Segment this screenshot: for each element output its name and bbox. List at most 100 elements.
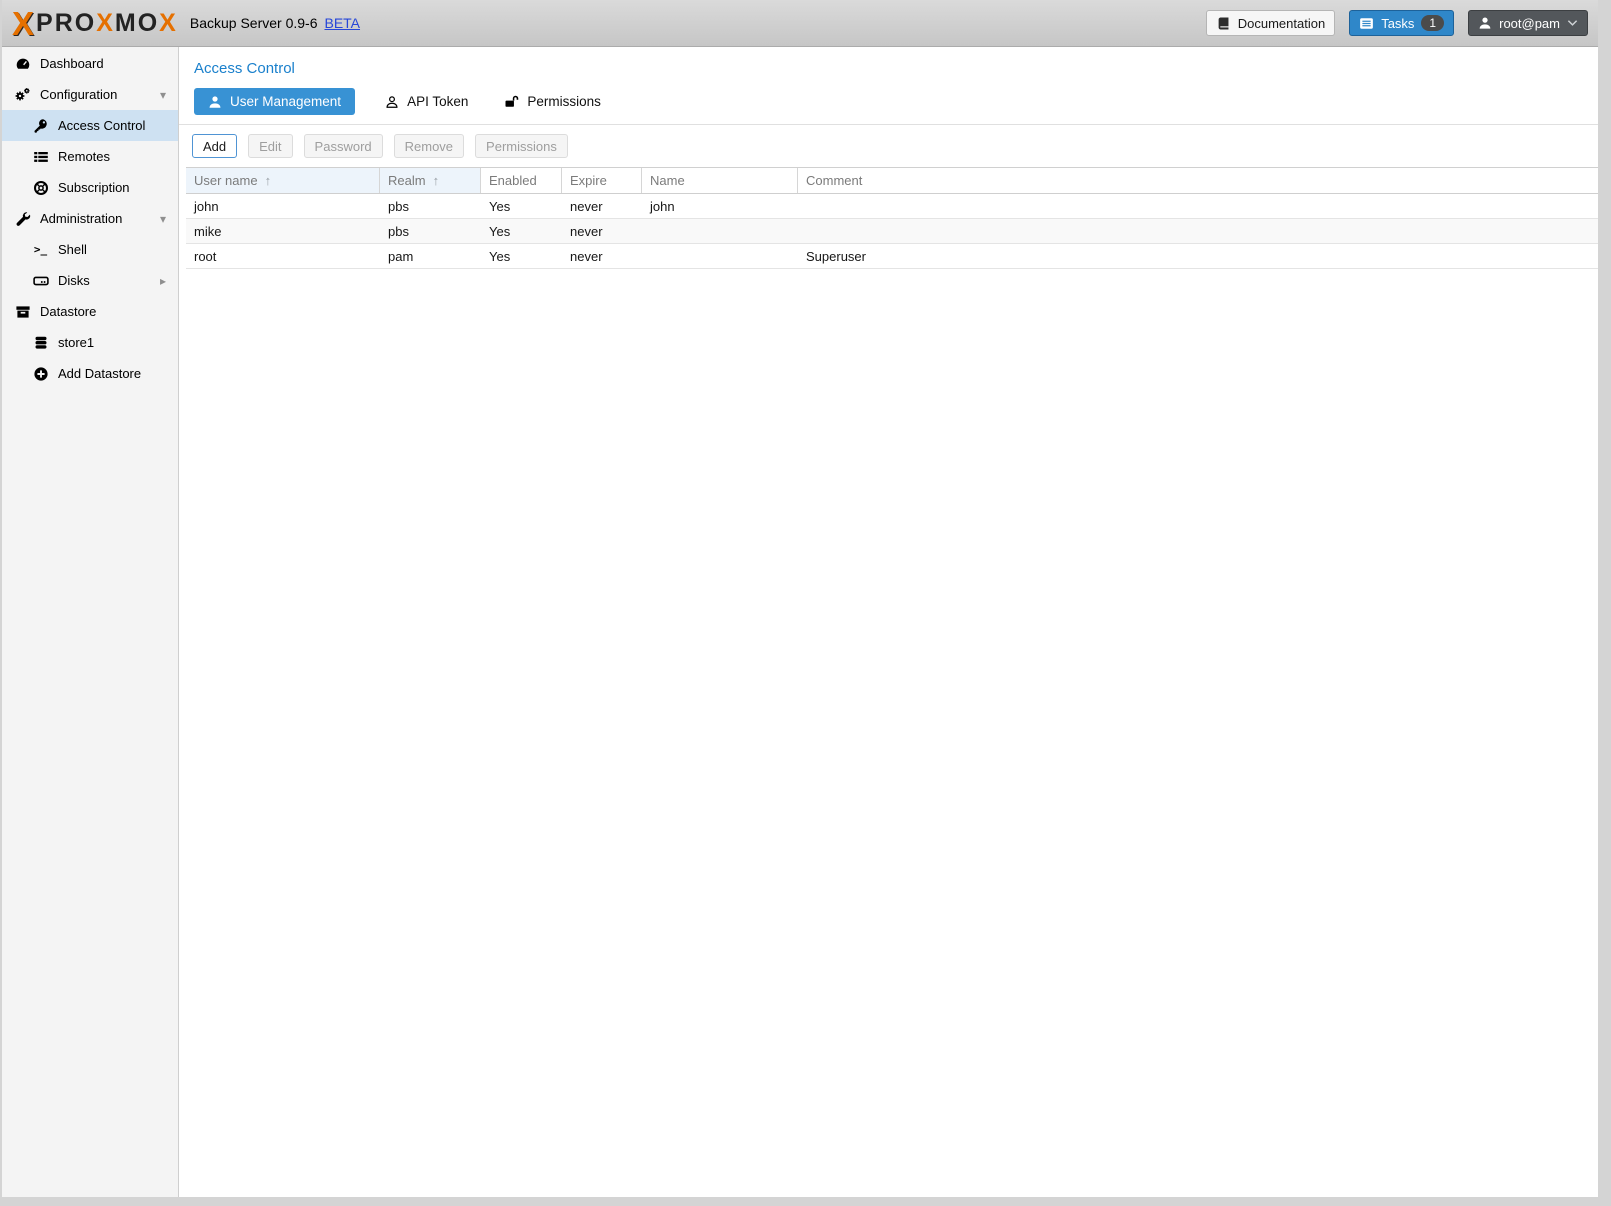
chevron-down-icon xyxy=(1567,19,1578,27)
sidebar-item-disks[interactable]: Disks ▸ xyxy=(2,265,178,296)
proxmox-x-logo-icon: X xyxy=(12,7,32,40)
permissions-button[interactable]: Permissions xyxy=(475,134,568,158)
cell-user: root xyxy=(186,244,380,268)
task-list-icon xyxy=(1359,16,1374,31)
wrench-icon xyxy=(14,211,31,227)
cell-name xyxy=(642,244,798,268)
cell-enabled: Yes xyxy=(481,244,562,268)
database-icon xyxy=(32,335,49,351)
sidebar-item-access-control[interactable]: Access Control xyxy=(2,110,178,141)
user-menu-label: root@pam xyxy=(1499,16,1560,31)
collapse-arrow-icon[interactable]: ▾ xyxy=(160,212,166,226)
cell-expire: never xyxy=(562,219,642,243)
sidebar-item-label: Configuration xyxy=(40,87,117,102)
cell-name: john xyxy=(642,194,798,218)
expand-arrow-icon[interactable]: ▸ xyxy=(160,274,166,288)
users-table: User name ↑ Realm ↑ Enabled Expire Name … xyxy=(186,167,1598,269)
tab-label: API Token xyxy=(407,94,468,109)
archive-icon xyxy=(14,304,31,320)
sidebar-item-dashboard[interactable]: Dashboard xyxy=(2,48,178,79)
tasks-label: Tasks xyxy=(1381,16,1414,31)
sidebar-item-administration[interactable]: Administration ▾ xyxy=(2,203,178,234)
plus-circle-icon xyxy=(32,366,49,382)
documentation-button[interactable]: Documentation xyxy=(1206,10,1335,36)
cell-realm: pbs xyxy=(380,194,481,218)
column-label: Realm xyxy=(388,173,426,188)
toolbar: Add Edit Password Remove Permissions xyxy=(179,125,1598,166)
table-row[interactable]: johnpbsYesneverjohn xyxy=(186,194,1598,219)
top-header-bar: X PROXMOX Backup Server 0.9-6 BETA Docum… xyxy=(2,0,1598,47)
sidebar-item-label: Access Control xyxy=(58,118,145,133)
tab-label: Permissions xyxy=(527,94,601,109)
cell-comment: Superuser xyxy=(798,244,1598,268)
cell-expire: never xyxy=(562,194,642,218)
sidebar-item-configuration[interactable]: Configuration ▾ xyxy=(2,79,178,110)
main-content: Access Control User Management API Token xyxy=(179,47,1598,1197)
remove-button[interactable]: Remove xyxy=(394,134,464,158)
tab-permissions[interactable]: Permissions xyxy=(498,88,607,115)
sidebar-item-label: Add Datastore xyxy=(58,366,141,381)
password-button[interactable]: Password xyxy=(304,134,383,158)
cell-realm: pam xyxy=(380,244,481,268)
sidebar-nav: Dashboard Configuration ▾ Access Control xyxy=(2,47,179,1197)
sidebar-item-label: Remotes xyxy=(58,149,110,164)
list-icon xyxy=(32,149,49,165)
terminal-icon: >_ xyxy=(32,242,49,258)
user-outline-icon xyxy=(385,95,399,109)
page-title: Access Control xyxy=(179,47,1598,77)
proxmox-wordmark: PROXMOX xyxy=(36,11,178,36)
column-header-comment[interactable]: Comment xyxy=(798,168,1598,193)
sidebar-item-shell[interactable]: >_ Shell xyxy=(2,234,178,265)
tab-api-token[interactable]: API Token xyxy=(379,88,474,115)
sidebar-item-label: Disks xyxy=(58,273,90,288)
tasks-button[interactable]: Tasks 1 xyxy=(1349,10,1454,36)
sidebar-item-label: Datastore xyxy=(40,304,96,319)
topbar-actions: Documentation Tasks 1 root@pam xyxy=(1206,10,1588,36)
sidebar-item-add-datastore[interactable]: Add Datastore xyxy=(2,358,178,389)
add-button[interactable]: Add xyxy=(192,134,237,158)
dashboard-icon xyxy=(14,56,31,72)
gears-icon xyxy=(14,87,31,103)
sort-asc-icon: ↑ xyxy=(433,173,440,188)
table-row[interactable]: rootpamYesnever Superuser xyxy=(186,244,1598,269)
collapse-arrow-icon[interactable]: ▾ xyxy=(160,88,166,102)
user-menu-button[interactable]: root@pam xyxy=(1468,10,1588,36)
tasks-count-badge: 1 xyxy=(1421,15,1444,31)
cell-enabled: Yes xyxy=(481,219,562,243)
sidebar-item-datastore[interactable]: Datastore xyxy=(2,296,178,327)
sort-asc-icon: ↑ xyxy=(265,173,272,188)
proxmox-logo: X PROXMOX xyxy=(12,7,178,40)
user-icon xyxy=(1478,16,1492,30)
column-header-enabled[interactable]: Enabled xyxy=(481,168,562,193)
unlock-icon xyxy=(504,94,519,109)
book-icon xyxy=(1216,16,1231,31)
sidebar-item-remotes[interactable]: Remotes xyxy=(2,141,178,172)
support-icon xyxy=(32,180,49,196)
column-header-expire[interactable]: Expire xyxy=(562,168,642,193)
table-header-row: User name ↑ Realm ↑ Enabled Expire Name … xyxy=(186,167,1598,194)
cell-realm: pbs xyxy=(380,219,481,243)
column-label: User name xyxy=(194,173,258,188)
cell-comment xyxy=(798,219,1598,243)
cell-expire: never xyxy=(562,244,642,268)
documentation-label: Documentation xyxy=(1238,16,1325,31)
sidebar-item-label: store1 xyxy=(58,335,94,350)
column-header-user-name[interactable]: User name ↑ xyxy=(186,168,380,193)
edit-button[interactable]: Edit xyxy=(248,134,292,158)
column-header-realm[interactable]: Realm ↑ xyxy=(380,168,481,193)
cell-comment xyxy=(798,194,1598,218)
column-header-name[interactable]: Name xyxy=(642,168,798,193)
app-window: X PROXMOX Backup Server 0.9-6 BETA Docum… xyxy=(2,0,1598,1197)
sidebar-item-label: Subscription xyxy=(58,180,130,195)
sidebar-item-label: Shell xyxy=(58,242,87,257)
beta-link[interactable]: BETA xyxy=(324,15,360,31)
tab-label: User Management xyxy=(230,94,341,109)
sidebar-item-subscription[interactable]: Subscription xyxy=(2,172,178,203)
cell-user: john xyxy=(186,194,380,218)
tab-user-management[interactable]: User Management xyxy=(194,88,355,115)
sidebar-item-label: Administration xyxy=(40,211,122,226)
cell-name xyxy=(642,219,798,243)
sidebar-item-store1[interactable]: store1 xyxy=(2,327,178,358)
user-icon xyxy=(208,95,222,109)
table-row[interactable]: mikepbsYesnever xyxy=(186,219,1598,244)
